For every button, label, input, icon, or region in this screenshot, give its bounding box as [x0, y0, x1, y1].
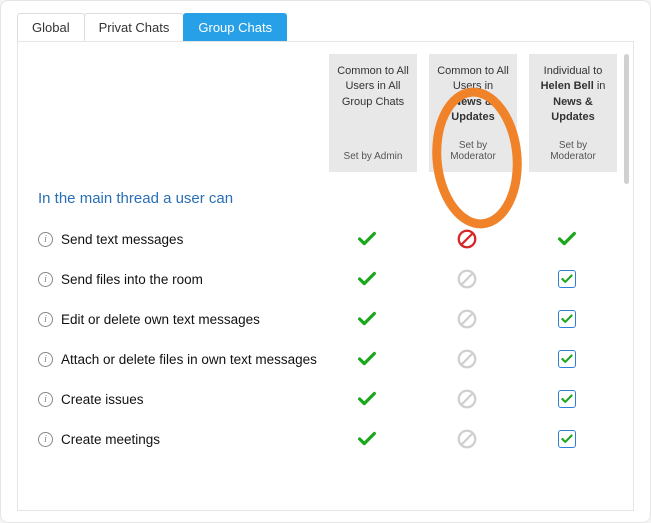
check-icon	[356, 268, 378, 290]
cell-denied[interactable]	[417, 228, 517, 250]
cell-disabled[interactable]	[417, 388, 517, 410]
check-icon	[356, 428, 378, 450]
column-header-text: Individual to Helen Bell in News & Updat…	[537, 64, 609, 126]
permission-label: Attach or delete files in own text messa…	[61, 352, 317, 367]
cell-checkbox-checked[interactable]	[517, 350, 617, 368]
ban-icon	[456, 308, 478, 330]
scrollbar[interactable]	[624, 54, 629, 184]
ban-icon	[456, 228, 478, 250]
permissions-panel: Global Privat Chats Group Chats Common t…	[0, 0, 651, 523]
checkbox-checked-icon	[558, 270, 576, 288]
cell-allowed[interactable]	[317, 308, 417, 330]
cell-allowed[interactable]	[317, 228, 417, 250]
row-send-files: i Send files into the room	[34, 259, 617, 299]
check-icon	[356, 228, 378, 250]
column-header-text: Common to All Users in All Group Chats	[337, 64, 409, 110]
check-icon	[356, 348, 378, 370]
cell-checkbox-checked[interactable]	[517, 310, 617, 328]
column-header-all-group: Common to All Users in All Group Chats S…	[329, 54, 417, 172]
cell-checkbox-checked[interactable]	[517, 430, 617, 448]
tab-global[interactable]: Global	[17, 13, 85, 41]
cell-disabled[interactable]	[417, 268, 517, 290]
permission-label: Create meetings	[61, 432, 160, 447]
cell-allowed[interactable]	[317, 348, 417, 370]
info-icon[interactable]: i	[38, 352, 53, 367]
checkbox-checked-icon	[558, 430, 576, 448]
row-attach-delete: i Attach or delete files in own text mes…	[34, 339, 617, 379]
row-label: i Send text messages	[34, 232, 317, 247]
row-send-text: i Send text messages	[34, 219, 617, 259]
tab-privat-chats[interactable]: Privat Chats	[84, 13, 185, 41]
ban-icon	[456, 348, 478, 370]
header-pre: Individual to	[544, 65, 603, 77]
check-icon	[556, 228, 578, 250]
ban-icon	[456, 428, 478, 450]
permission-label: Edit or delete own text messages	[61, 312, 260, 327]
row-create-issues: i Create issues	[34, 379, 617, 419]
permission-label: Send files into the room	[61, 272, 203, 287]
column-header-text: Common to All Users in News & Updates	[437, 64, 509, 126]
checkbox-checked-icon	[558, 310, 576, 328]
info-icon[interactable]: i	[38, 272, 53, 287]
header-pre: Common to All Users in	[437, 65, 509, 92]
permission-label: Create issues	[61, 392, 144, 407]
set-by-label: Set by Moderator	[537, 140, 609, 162]
info-icon[interactable]: i	[38, 392, 53, 407]
cell-allowed[interactable]	[317, 388, 417, 410]
column-header-individual: Individual to Helen Bell in News & Updat…	[529, 54, 617, 172]
row-label: i Create issues	[34, 392, 317, 407]
permission-rows: i Send text messages i Send files into t…	[34, 219, 617, 459]
checkbox-checked-icon	[558, 390, 576, 408]
row-label: i Attach or delete files in own text mes…	[34, 352, 317, 367]
row-create-meetings: i Create meetings	[34, 419, 617, 459]
cell-disabled[interactable]	[417, 308, 517, 330]
row-label: i Create meetings	[34, 432, 317, 447]
ban-icon	[456, 388, 478, 410]
row-edit-delete: i Edit or delete own text messages	[34, 299, 617, 339]
info-icon[interactable]: i	[38, 312, 53, 327]
check-icon	[356, 388, 378, 410]
cell-checkbox-checked[interactable]	[517, 390, 617, 408]
ban-icon	[456, 268, 478, 290]
permission-label: Send text messages	[61, 232, 183, 247]
cell-allowed[interactable]	[517, 228, 617, 250]
info-icon[interactable]: i	[38, 432, 53, 447]
header-bold: Helen Bell	[541, 80, 594, 92]
set-by-label: Set by Admin	[337, 151, 409, 162]
header-mid: in	[594, 80, 606, 92]
row-label: i Edit or delete own text messages	[34, 312, 317, 327]
tab-bar: Global Privat Chats Group Chats	[1, 1, 650, 41]
cell-disabled[interactable]	[417, 348, 517, 370]
cell-allowed[interactable]	[317, 268, 417, 290]
checkbox-checked-icon	[558, 350, 576, 368]
cell-allowed[interactable]	[317, 428, 417, 450]
column-header-news-updates: Common to All Users in News & Updates Se…	[429, 54, 517, 172]
header-bold: News & Updates	[451, 96, 494, 123]
column-headers: Common to All Users in All Group Chats S…	[34, 54, 617, 172]
cell-disabled[interactable]	[417, 428, 517, 450]
header-bold2: News & Updates	[551, 96, 594, 123]
content-area: Common to All Users in All Group Chats S…	[17, 41, 634, 511]
info-icon[interactable]: i	[38, 232, 53, 247]
row-label: i Send files into the room	[34, 272, 317, 287]
cell-checkbox-checked[interactable]	[517, 270, 617, 288]
tab-group-chats[interactable]: Group Chats	[183, 13, 287, 41]
section-heading: In the main thread a user can	[34, 190, 617, 207]
check-icon	[356, 308, 378, 330]
set-by-label: Set by Moderator	[437, 140, 509, 162]
